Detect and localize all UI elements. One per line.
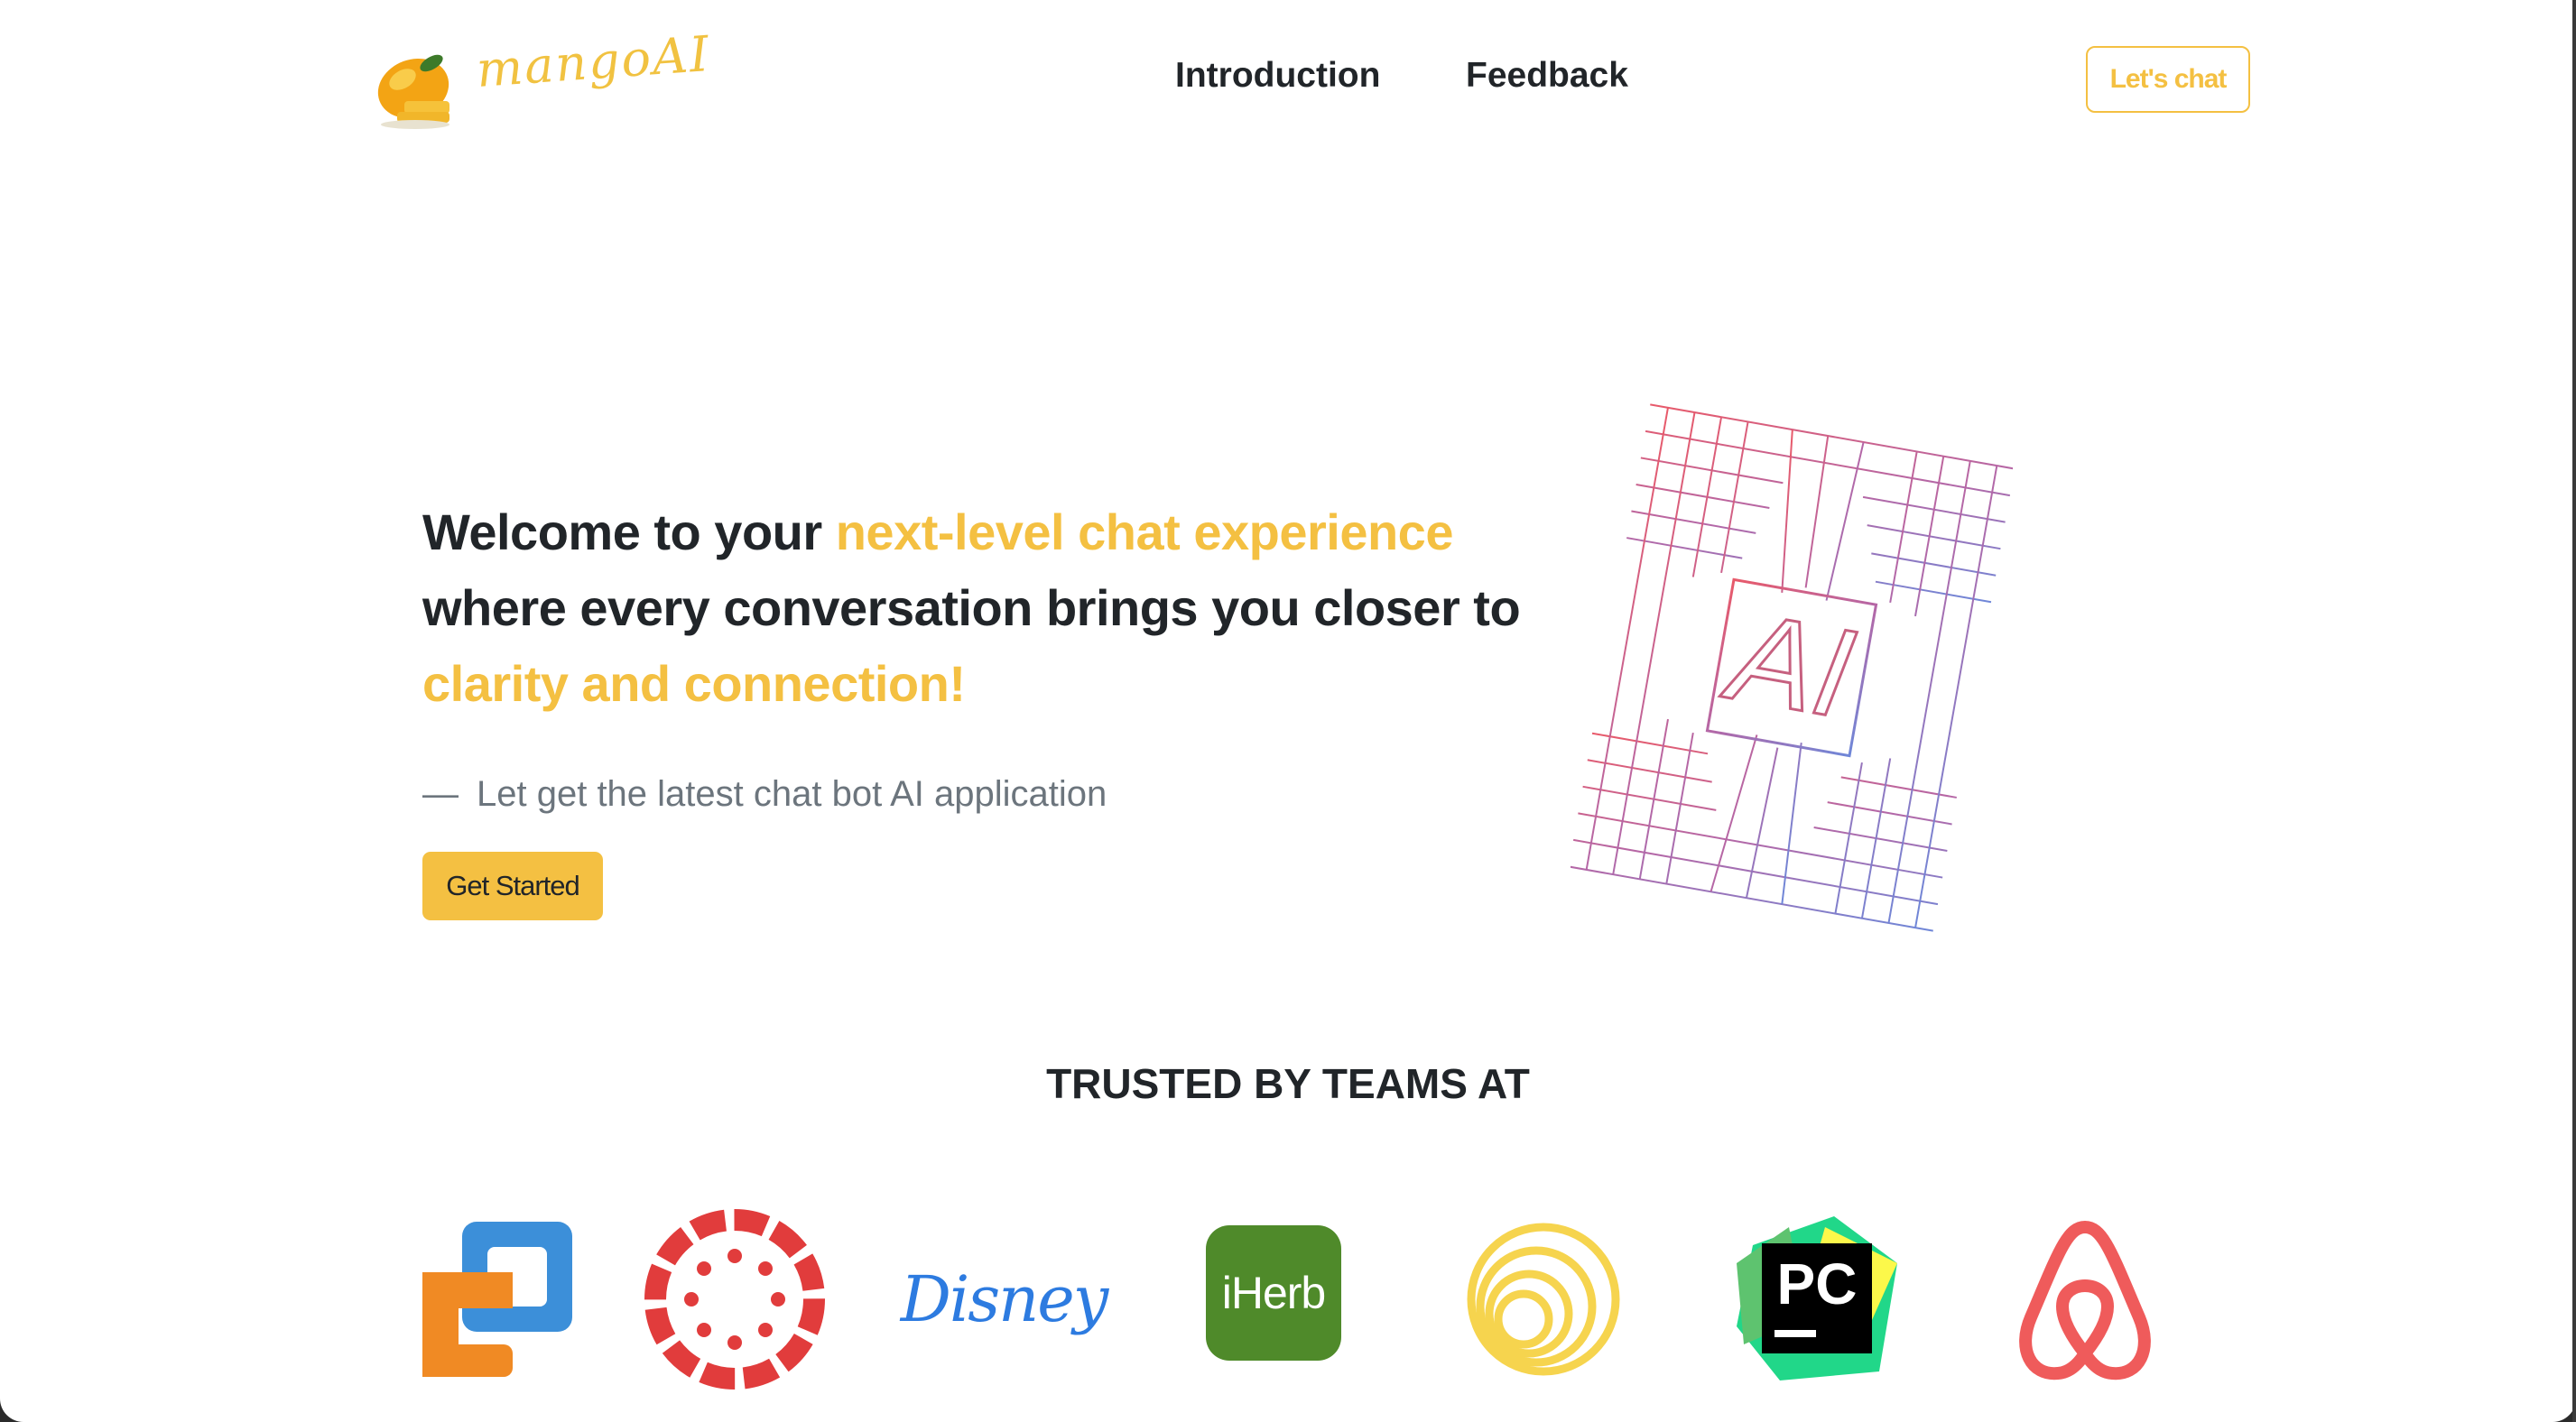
mango-icon [377,54,449,129]
subtitle-text: Let get the latest chat bot AI applicati… [477,774,1107,814]
rings-logo-icon [1467,1223,1620,1376]
disney-logo-text: Disney [900,1262,1108,1336]
window-edge [2572,0,2576,1422]
nav-feedback[interactable]: Feedback [1466,56,1628,96]
page: mangoAI Introduction Feedback Let's chat… [0,0,2576,1422]
hero-title: Welcome to your next-level chat experien… [422,494,1551,722]
brand-name: mangoAI [474,24,713,98]
iherb-logo-text: iHerb [1221,1268,1326,1318]
brand-logo[interactable]: mangoAI [361,25,712,135]
ai-art-text: AI [1715,584,1863,745]
hero-subtitle: — Let get the latest chat bot AI applicat… [422,774,1107,815]
trusted-title: TRUSTED BY TEAMS AT [1046,1060,1530,1107]
hero-line3-highlight: clarity and connection! [422,655,966,712]
pycharm-logo-text: PC [1777,1251,1858,1316]
ai-circuit-illustration: AI [1571,403,2013,932]
get-started-button[interactable]: Get Started [422,852,603,920]
iherb-logo-icon: iHerb [1206,1225,1341,1361]
canvas-logo-icon [644,1209,825,1390]
lets-chat-button[interactable]: Let's chat [2086,46,2250,113]
disney-logo-icon: Disney [901,1209,1108,1390]
subtitle-dash: — [422,774,459,814]
airbnb-logo-icon [2019,1221,2151,1380]
hero-line2: where every conversation brings you clos… [422,579,1521,636]
hero-line1-plain: Welcome to your [422,503,836,560]
vmware-workstation-logo-icon [422,1222,572,1377]
nav-introduction[interactable]: Introduction [1175,56,1380,96]
partner-logos: Disney iHerb PC [0,1209,2576,1390]
pycharm-logo-icon: PC [1737,1216,1897,1380]
hero-line1-highlight: next-level chat experience [835,503,1454,560]
